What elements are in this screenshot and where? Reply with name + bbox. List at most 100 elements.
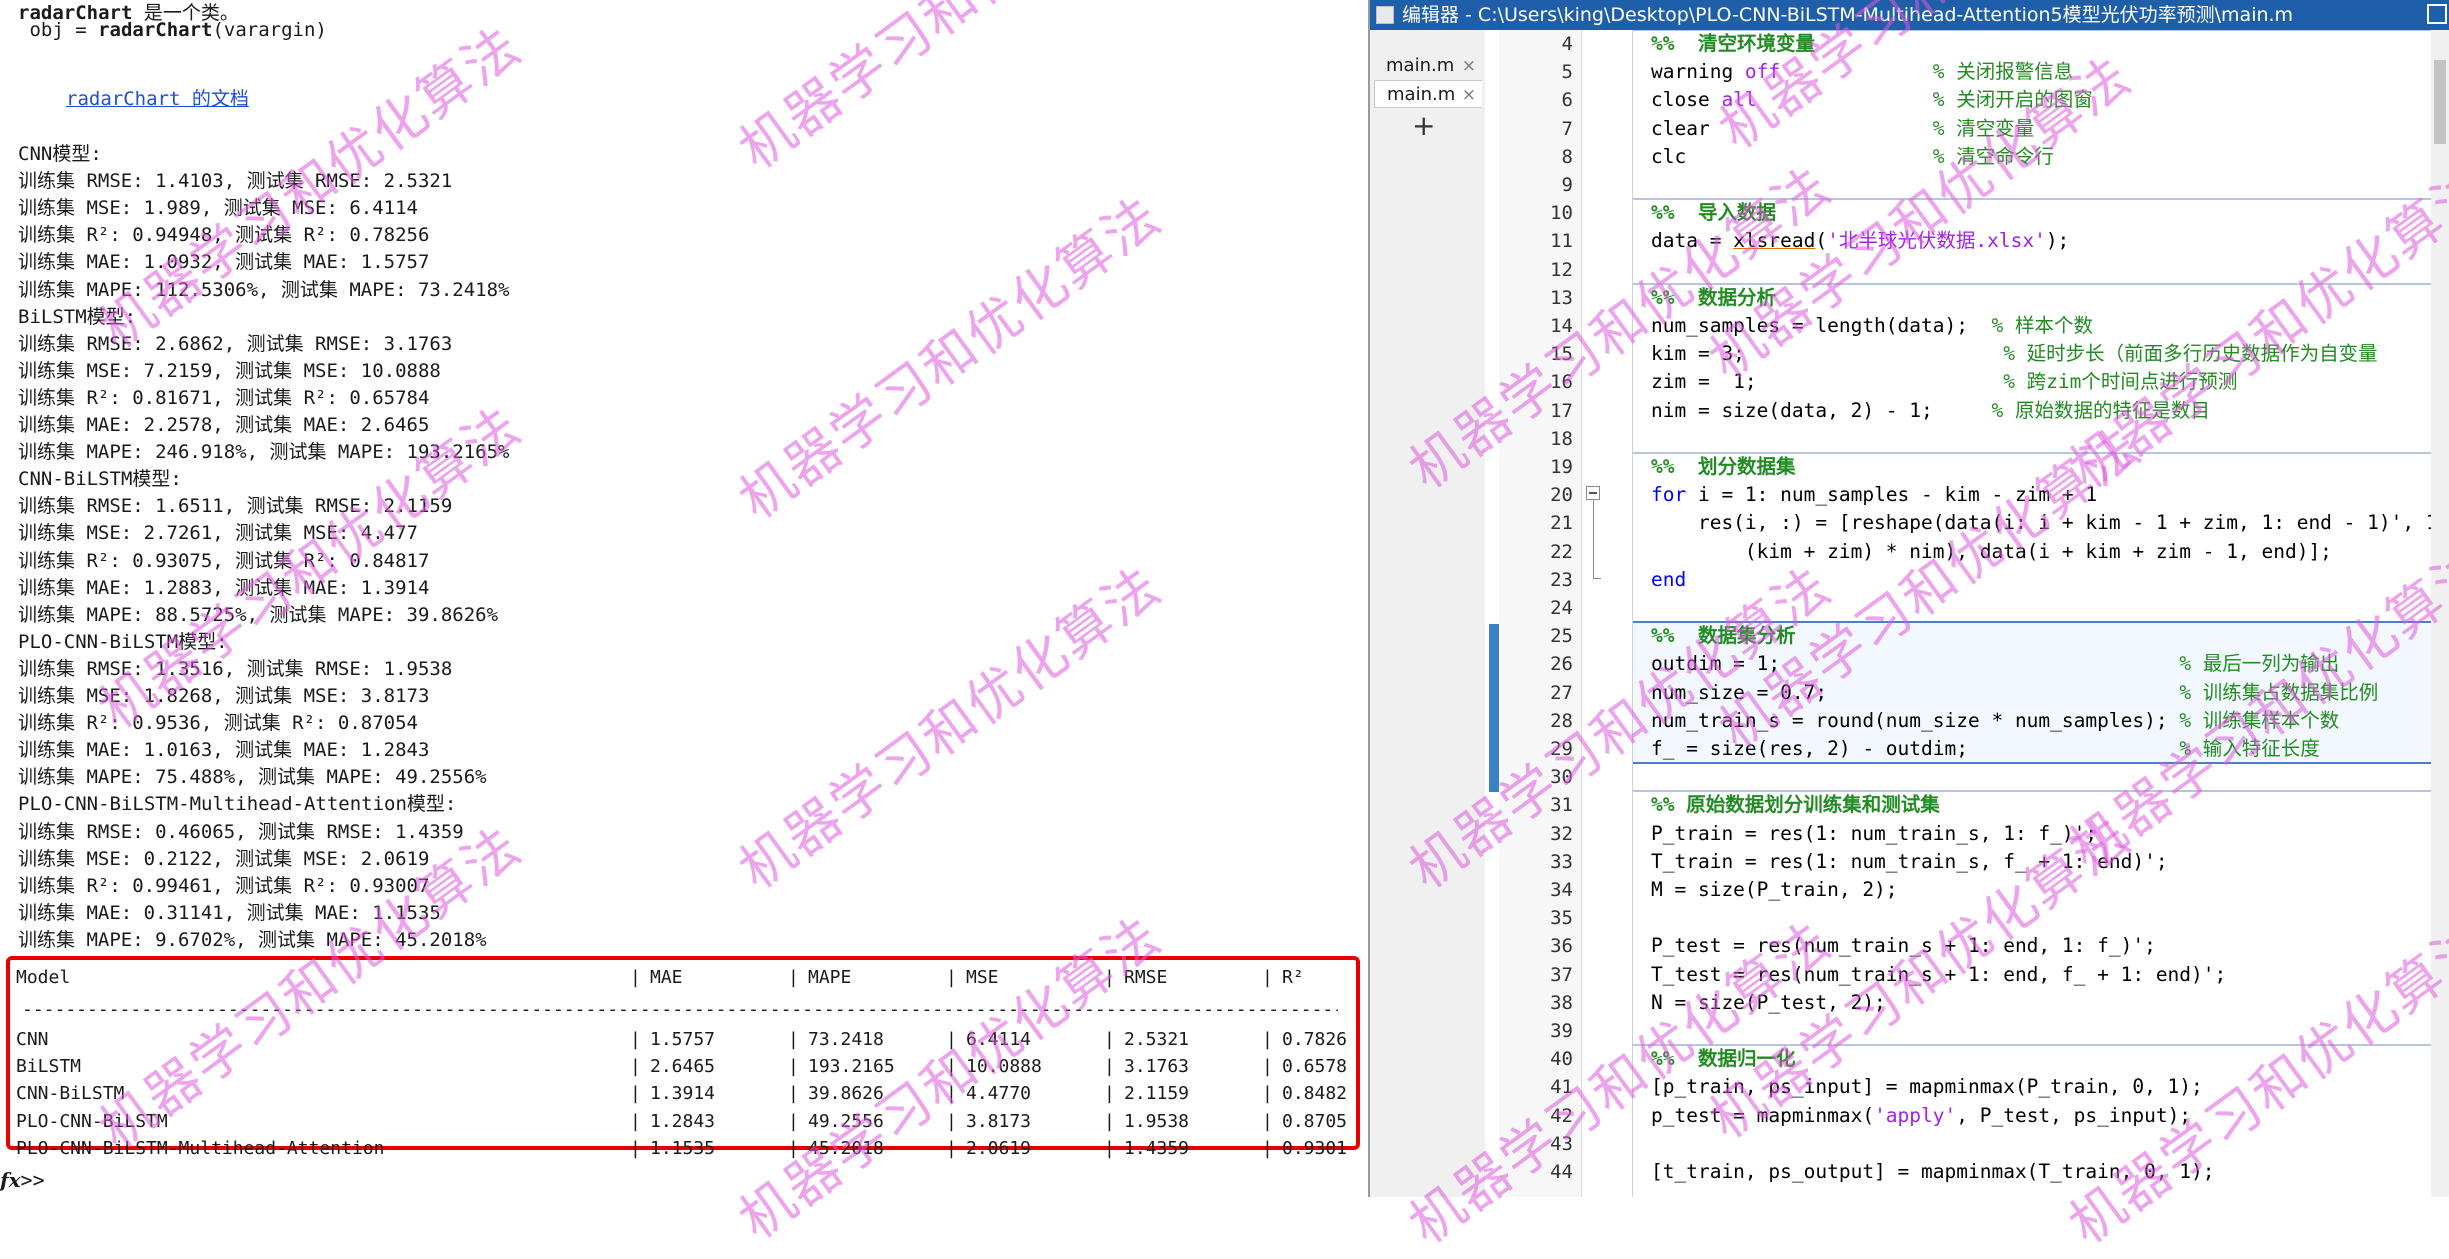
code-line[interactable]: N = size(P_test, 2); bbox=[1651, 989, 1886, 1017]
line-number: 6 bbox=[1561, 89, 1573, 112]
code-token: close bbox=[1651, 88, 1722, 112]
line-number: 21 bbox=[1550, 512, 1573, 535]
line-number: 5 bbox=[1561, 61, 1573, 84]
code-token: T_train = res(1: num_train_s, f_ + 1: en… bbox=[1651, 849, 2168, 873]
code-line[interactable]: res(i, :) = [reshape(data(i: i + kim - 1… bbox=[1651, 509, 2449, 537]
code-token: %% 导入数据 bbox=[1651, 201, 1776, 225]
close-icon[interactable]: × bbox=[1462, 52, 1476, 80]
add-tab-button[interactable]: + bbox=[1412, 112, 1435, 140]
cell-mape: 39.8626 bbox=[808, 1083, 884, 1105]
code-line[interactable]: warning off % 关闭报警信息 bbox=[1651, 58, 2073, 86]
code-line[interactable]: %% 划分数据集 bbox=[1651, 453, 1795, 481]
code-line[interactable]: end bbox=[1651, 566, 1686, 594]
code-line[interactable]: %% 导入数据 bbox=[1651, 199, 1776, 227]
output-line: 训练集 R²: 0.94948, 测试集 R²: 0.78256 bbox=[18, 224, 430, 247]
column-separator: | bbox=[1262, 1137, 1273, 1159]
column-separator: | bbox=[1104, 1029, 1115, 1050]
output-line: 训练集 RMSE: 1.6511, 测试集 RMSE: 2.1159 bbox=[18, 495, 453, 518]
output-line: 训练集 MAPE: 246.918%, 测试集 MAPE: 193.2165% bbox=[18, 441, 510, 464]
code-line[interactable]: P_test = res(num_train_s + 1: end, 1: f_… bbox=[1651, 932, 2156, 960]
column-separator: | bbox=[788, 1110, 799, 1132]
cell-mse: 2.0619 bbox=[966, 1137, 1032, 1159]
cell-mape: 45.2018 bbox=[808, 1137, 884, 1159]
fold-toggle-icon[interactable] bbox=[1586, 486, 1600, 500]
line-number: 13 bbox=[1550, 286, 1573, 309]
code-line[interactable]: nim = size(data, 2) - 1; % 原始数据的特征是数目 bbox=[1651, 397, 2210, 425]
line-number: 41 bbox=[1550, 1076, 1573, 1099]
cell-rmse: 1.4359 bbox=[1124, 1137, 1190, 1159]
code-line[interactable]: close all % 关闭开启的图窗 bbox=[1651, 86, 2093, 114]
code-token: % 延时步长（前面多行历史数据作为自变量 bbox=[2003, 342, 2378, 366]
code-token: [t_train, ps_output] = mapminmax(T_train… bbox=[1651, 1160, 2215, 1183]
code-token: % 最后一列为输出 bbox=[2179, 652, 2340, 676]
code-line[interactable]: P_train = res(1: num_train_s, 1: f_)'; bbox=[1651, 820, 2097, 848]
code-line[interactable]: [p_train, ps_input] = mapminmax(P_train,… bbox=[1651, 1073, 2203, 1101]
code-line[interactable]: zim = 1; % 跨zim个时间点进行预测 bbox=[1651, 368, 2237, 396]
tab-main-2[interactable]: main.m × bbox=[1374, 80, 1482, 108]
tab-main-1[interactable]: main.m × bbox=[1374, 52, 1482, 80]
code-line[interactable]: kim = 3; % 延时步长（前面多行历史数据作为自变量 bbox=[1651, 340, 2378, 368]
scrollbar-thumb[interactable] bbox=[2434, 60, 2446, 144]
fx-icon[interactable]: fx bbox=[0, 1168, 21, 1192]
radarchart-doc-link[interactable]: radarChart 的文档 bbox=[66, 86, 249, 113]
maximize-icon[interactable] bbox=[2427, 4, 2447, 24]
line-number: 9 bbox=[1561, 174, 1573, 196]
cell-mae: 1.5757 bbox=[650, 1029, 716, 1050]
editor-tab-strip: main.m × main.m × + bbox=[1370, 30, 1486, 1197]
code-token: 'apply' bbox=[1874, 1103, 1957, 1127]
code-line[interactable]: T_train = res(1: num_train_s, f_ + 1: en… bbox=[1651, 848, 2168, 876]
code-line[interactable]: %% 原始数据划分训练集和测试集 bbox=[1651, 791, 1940, 819]
line-number: 33 bbox=[1550, 850, 1573, 873]
code-token: all bbox=[1721, 88, 1757, 112]
code-line[interactable]: outdim = 1; % 最后一列为输出 bbox=[1651, 650, 2339, 678]
code-line[interactable]: %% 数据归一化 bbox=[1651, 1045, 1795, 1073]
cell-mse: 6.4114 bbox=[966, 1029, 1032, 1050]
command-prompt[interactable]: fx>> bbox=[0, 1166, 45, 1194]
code-token: clc bbox=[1651, 144, 1933, 168]
column-separator: | bbox=[946, 1083, 957, 1105]
column-separator: | bbox=[1262, 1110, 1273, 1132]
code-line[interactable]: clc % 清空命令行 bbox=[1651, 143, 2054, 171]
code-line[interactable]: %% 数据集分析 bbox=[1651, 622, 1795, 650]
output-line: CNN-BiLSTM模型: bbox=[18, 468, 182, 491]
output-line: 训练集 MSE: 2.7261, 测试集 MSE: 4.477 bbox=[18, 522, 418, 545]
code-line[interactable]: for i = 1: num_samples - kim - zim + 1 bbox=[1651, 481, 2097, 509]
cell-mape: 49.2556 bbox=[808, 1110, 884, 1132]
command-window[interactable]: radarChart 是一个类。 obj = radarChart(vararg… bbox=[0, 0, 1368, 1197]
code-line[interactable]: (kim + zim) * nim), data(i + kim + zim -… bbox=[1651, 538, 2332, 566]
cell-mse: 4.4770 bbox=[966, 1083, 1032, 1105]
code-line[interactable]: p_test = mapminmax('apply', P_test, ps_i… bbox=[1651, 1102, 2191, 1130]
code-token: outdim = 1; bbox=[1651, 652, 2180, 676]
output-line: 训练集 MSE: 7.2159, 测试集 MSE: 10.0888 bbox=[18, 359, 441, 382]
header-model: Model bbox=[16, 967, 71, 988]
code-line[interactable]: %% 清空环境变量 bbox=[1651, 30, 1815, 58]
code-area[interactable]: %% 清空环境变量 warning off % 关闭报警信息 close all %… bbox=[1633, 30, 2449, 1197]
code-line[interactable]: [t_train, ps_output] = mapminmax(T_train… bbox=[1651, 1158, 2215, 1186]
line-number: 43 bbox=[1550, 1132, 1573, 1155]
vertical-scrollbar[interactable] bbox=[2431, 30, 2449, 1197]
column-separator: | bbox=[1104, 1110, 1115, 1132]
column-separator: | bbox=[1104, 1056, 1115, 1078]
code-token: % 原始数据的特征是数目 bbox=[1991, 398, 2210, 422]
code-line[interactable]: num_samples = length(data); % 样本个数 bbox=[1651, 312, 2093, 340]
code-line[interactable]: %% 数据分析 bbox=[1651, 284, 1776, 312]
line-number: 16 bbox=[1550, 371, 1573, 394]
editor-window[interactable]: 编辑器 - C:\Users\king\Desktop\PLO-CNN-BiLS… bbox=[1370, 0, 2449, 1197]
code-line[interactable]: data = xlsread('北半球光伏数据.xlsx'); bbox=[1651, 227, 2069, 255]
code-line[interactable]: T_test = res(num_train_s + 1: end, f_ + … bbox=[1651, 961, 2226, 989]
code-token: M = size(P_train, 2); bbox=[1651, 878, 1898, 901]
code-line[interactable]: clear % 清空变量 bbox=[1651, 115, 2034, 143]
code-token: num_samples = length(data); bbox=[1651, 314, 1992, 337]
close-icon[interactable]: × bbox=[1462, 81, 1476, 109]
code-token: [p_train, ps_input] = mapminmax(P_train,… bbox=[1651, 1075, 2203, 1099]
code-line[interactable]: M = size(P_train, 2); bbox=[1651, 876, 1898, 904]
code-line[interactable]: num_size = 0.7; % 训练集占数据集比例 bbox=[1651, 679, 2378, 707]
output-line: 训练集 MAE: 1.2883, 测试集 MAE: 1.3914 bbox=[18, 576, 430, 599]
line-number: 23 bbox=[1550, 568, 1573, 591]
code-line[interactable]: num_train_s = round(num_size * num_sampl… bbox=[1651, 707, 2339, 735]
cell-model: CNN bbox=[16, 1029, 49, 1050]
code-line[interactable]: f_ = size(res, 2) - outdim; % 输入特征长度 bbox=[1651, 735, 2320, 763]
line-number: 12 bbox=[1550, 258, 1573, 281]
output-line: BiLSTM模型: bbox=[18, 305, 137, 328]
output-line: 训练集 MAPE: 9.6702%, 测试集 MAPE: 45.2018% bbox=[18, 928, 487, 951]
